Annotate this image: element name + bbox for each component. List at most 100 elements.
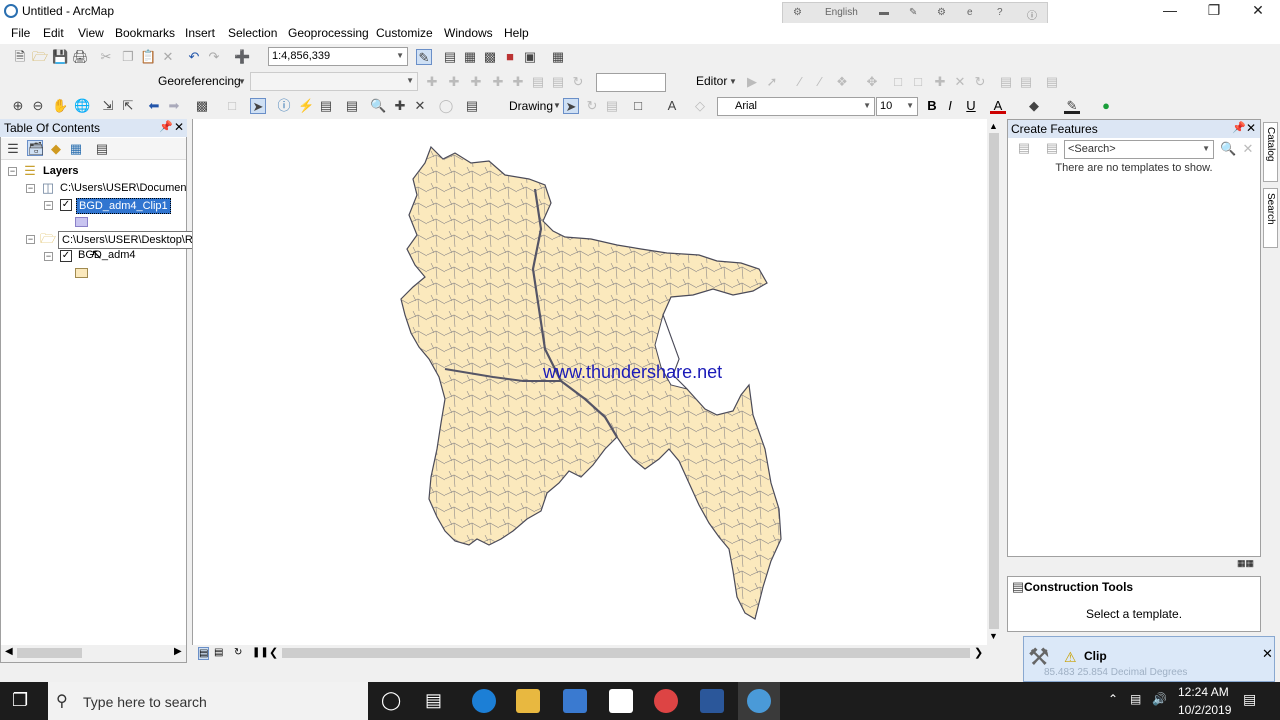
- show-hidden-icons-icon[interactable]: ⌃: [1108, 692, 1118, 706]
- arcmap-taskbar-button[interactable]: [738, 682, 780, 720]
- layout-view-icon[interactable]: ▤: [442, 49, 458, 65]
- scroll-thumb[interactable]: [17, 648, 82, 658]
- model-builder-icon[interactable]: ▦: [550, 49, 566, 65]
- marker-color-icon[interactable]: ●: [1098, 98, 1114, 114]
- scroll-left-icon[interactable]: ❮: [269, 646, 278, 659]
- split-icon[interactable]: ✚: [932, 74, 948, 90]
- delete-icon[interactable]: ✕: [160, 49, 176, 65]
- new-text-icon[interactable]: A: [664, 98, 680, 114]
- cut-icon[interactable]: ✂: [98, 49, 114, 65]
- edit-vertices-draw-icon[interactable]: ◇: [692, 98, 708, 114]
- list-by-visibility-icon[interactable]: ◆: [48, 141, 64, 157]
- file-explorer-icon[interactable]: [516, 689, 540, 713]
- map-view[interactable]: www.thundershare.net: [192, 119, 987, 645]
- clear-search-icon[interactable]: ✕: [1240, 141, 1256, 157]
- edit-tool-icon[interactable]: ▶: [744, 74, 760, 90]
- line-color-icon[interactable]: ✎: [1064, 98, 1080, 114]
- menu-edit[interactable]: Edit: [43, 26, 64, 40]
- georef-tool-icon[interactable]: ✚: [468, 74, 484, 90]
- menu-customize[interactable]: Customize: [376, 26, 433, 40]
- zoom-whole-page-icon[interactable]: ▤: [604, 98, 620, 114]
- split-tool-icon[interactable]: ✕: [952, 74, 968, 90]
- scroll-right-icon[interactable]: ▶: [174, 646, 182, 657]
- scroll-down-icon[interactable]: ▼: [989, 631, 998, 641]
- select-elements-icon[interactable]: ➤: [250, 98, 266, 114]
- close-button[interactable]: ✕: [1236, 0, 1280, 22]
- menu-file[interactable]: File: [11, 26, 30, 40]
- scroll-right-icon[interactable]: ❯: [974, 646, 983, 659]
- pan-icon[interactable]: ✋: [52, 98, 68, 114]
- select-features-icon[interactable]: ▩: [194, 98, 210, 114]
- georef-tool-icon[interactable]: ✚: [490, 74, 506, 90]
- source-folder-1[interactable]: C:\Users\USER\Documen: [60, 182, 187, 194]
- search-window-icon[interactable]: ▩: [482, 49, 498, 65]
- editor-toolbar-icon[interactable]: ✎: [416, 49, 432, 65]
- layer-bgd-adm4-clip1[interactable]: BGD_adm4_Clip1: [76, 198, 171, 214]
- collapse-icon[interactable]: −: [26, 184, 35, 193]
- hyperlink-icon[interactable]: ⚡: [298, 98, 314, 114]
- drawing-menu[interactable]: Drawing: [509, 99, 553, 113]
- italic-button[interactable]: I: [942, 98, 958, 114]
- save-icon[interactable]: 💾: [52, 49, 68, 65]
- create-features-icon[interactable]: ▤: [1044, 74, 1060, 90]
- splitter[interactable]: ▦▦: [1007, 558, 1261, 570]
- zoom-out-icon[interactable]: ⊖: [30, 98, 46, 114]
- menu-bookmarks[interactable]: Bookmarks: [115, 26, 175, 40]
- redo-icon[interactable]: ↷: [206, 49, 222, 65]
- windows-start-icon[interactable]: ❐: [12, 690, 28, 711]
- clip-notification[interactable]: ⚒ ⚠ Clip 85.483 25.854 Decimal Degrees ✕: [1023, 636, 1275, 682]
- chrome-icon[interactable]: [654, 689, 678, 713]
- rotate-element-icon[interactable]: ↻: [584, 98, 600, 114]
- print-icon[interactable]: 🖨: [72, 49, 89, 65]
- data-view-icon[interactable]: ▤: [198, 647, 210, 660]
- close-icon[interactable]: ✕: [1262, 646, 1273, 662]
- drawing-select-icon[interactable]: ➤: [563, 98, 579, 114]
- end-point-arc-icon[interactable]: ∕: [812, 74, 828, 90]
- scroll-thumb[interactable]: [989, 133, 999, 629]
- pin-icon[interactable]: 📌: [1232, 121, 1246, 134]
- clock-date[interactable]: 10/2/2019: [1178, 703, 1231, 717]
- layer-visibility-checkbox[interactable]: ✓: [60, 199, 72, 211]
- fixed-zoom-out-icon[interactable]: ⇱: [120, 98, 136, 114]
- search-icon[interactable]: 🔍: [1220, 141, 1236, 157]
- close-icon[interactable]: ✕: [174, 120, 184, 134]
- zoom-in-icon[interactable]: ⊕: [10, 98, 26, 114]
- edit-vertices-icon[interactable]: ✥: [864, 74, 880, 90]
- layer2-symbol[interactable]: [75, 268, 88, 278]
- new-document-icon[interactable]: 🗎: [12, 49, 28, 65]
- find-route-icon[interactable]: ✚: [392, 98, 408, 114]
- attributes-icon[interactable]: ▤: [998, 74, 1014, 90]
- task-view-icon[interactable]: ▤: [425, 690, 442, 711]
- rotate-tool-icon[interactable]: ↻: [972, 74, 988, 90]
- close-icon[interactable]: ✕: [1246, 121, 1256, 135]
- scroll-up-icon[interactable]: ▲: [989, 121, 998, 131]
- straight-segment-icon[interactable]: ∕: [792, 74, 808, 90]
- minimize-button[interactable]: —: [1148, 0, 1192, 22]
- sketch-properties-icon[interactable]: ▤: [1018, 74, 1034, 90]
- georef-layer-combo[interactable]: ▼: [250, 72, 418, 91]
- pause-icon[interactable]: ❚❚: [252, 647, 269, 658]
- store-icon[interactable]: [563, 689, 587, 713]
- scroll-thumb[interactable]: [282, 648, 970, 658]
- toc-options-icon[interactable]: ▤: [94, 141, 110, 157]
- mail-icon[interactable]: [609, 689, 633, 713]
- taskbar-search[interactable]: ⚲ Type here to search: [48, 682, 368, 720]
- map-vscroll[interactable]: ▲ ▼: [987, 119, 1001, 645]
- reshape-icon[interactable]: □: [890, 74, 906, 90]
- undo-icon[interactable]: ↶: [186, 49, 202, 65]
- time-slider-icon[interactable]: ◯: [438, 98, 454, 114]
- refresh-icon[interactable]: ↻: [234, 647, 242, 658]
- catalog-window-icon[interactable]: ▦: [462, 49, 478, 65]
- font-name-combo[interactable]: Arial ▼: [717, 97, 875, 116]
- scroll-left-icon[interactable]: ◀: [5, 646, 13, 657]
- menu-insert[interactable]: Insert: [185, 26, 215, 40]
- link-table-icon[interactable]: ▤: [530, 74, 546, 90]
- collapse-icon[interactable]: −: [44, 201, 53, 210]
- menu-help[interactable]: Help: [504, 26, 529, 40]
- layout-view-tab-icon[interactable]: ▤: [214, 647, 223, 658]
- trace-icon[interactable]: ❖: [834, 74, 850, 90]
- font-size-combo[interactable]: 10 ▼: [876, 97, 918, 116]
- copy-icon[interactable]: ❐: [120, 49, 136, 65]
- template-view-icon[interactable]: ▤: [1044, 140, 1060, 156]
- notifications-icon[interactable]: ▤: [1243, 691, 1256, 708]
